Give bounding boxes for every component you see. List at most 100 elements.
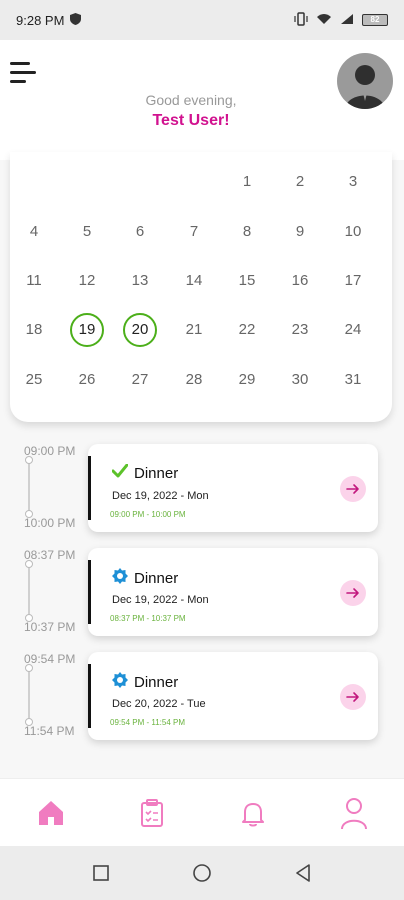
calendar-day[interactable]: 22 xyxy=(230,313,264,347)
calendar-day[interactable]: 18 xyxy=(17,313,51,347)
calendar-day[interactable]: 26 xyxy=(70,363,104,397)
user-name: Test User! xyxy=(152,112,230,129)
event-title: Dinner xyxy=(134,465,179,482)
shield-icon xyxy=(70,12,82,28)
event-row: 09:54 PM 11:54 PM Dinner Dec 20, 2022 - Tue… xyxy=(0,648,404,740)
home-icon xyxy=(39,801,63,825)
status-bar: 9:28 PM 82 xyxy=(0,0,404,40)
calendar-day[interactable]: 30 xyxy=(283,363,317,397)
event-title-row: Dinner xyxy=(112,672,178,693)
back-button[interactable] xyxy=(292,862,314,884)
event-open-button[interactable] xyxy=(340,684,366,710)
event-card[interactable]: Dinner Dec 19, 2022 - Mon 09:00 PM - 10:00… xyxy=(88,444,378,532)
nav-notifications[interactable] xyxy=(233,793,273,833)
event-time-range: 09:00 PM - 10:00 PM xyxy=(110,510,186,519)
event-date: Dec 19, 2022 - Mon xyxy=(112,594,209,606)
calendar-day[interactable]: 16 xyxy=(283,264,317,298)
timeline-dot xyxy=(25,664,33,672)
calendar-day[interactable]: 6 xyxy=(123,215,157,249)
system-nav-bar xyxy=(0,846,404,900)
calendar-day[interactable]: 15 xyxy=(230,264,264,298)
status-time: 9:28 PM xyxy=(16,12,65,28)
event-time-range: 09:54 PM - 11:54 PM xyxy=(110,718,185,727)
event-end-time: 11:54 PM xyxy=(24,724,75,738)
calendar-day[interactable]: 3 xyxy=(336,165,370,199)
event-time-range: 08:37 PM - 10:37 PM xyxy=(110,614,186,623)
square-icon xyxy=(93,865,109,881)
event-title-row: Dinner xyxy=(111,463,179,483)
calendar-day[interactable]: 23 xyxy=(283,313,317,347)
event-card[interactable]: Dinner Dec 20, 2022 - Tue 09:54 PM - 11:54… xyxy=(88,652,378,740)
event-title: Dinner xyxy=(134,674,179,691)
event-end-time: 10:00 PM xyxy=(24,516,76,530)
vibrate-icon xyxy=(294,11,308,29)
timeline-connector xyxy=(28,564,30,620)
nav-home[interactable] xyxy=(31,793,71,833)
arrow-right-icon xyxy=(346,484,359,494)
back-triangle-icon xyxy=(296,864,310,882)
event-start-time: 08:37 PM xyxy=(24,548,76,562)
greeting-text: Good evening, xyxy=(145,92,237,108)
event-title-row: Dinner xyxy=(112,568,178,589)
calendar-day[interactable]: 17 xyxy=(336,264,370,298)
header: Good evening, Test User! xyxy=(0,40,404,160)
calendar-day[interactable]: 12 xyxy=(70,264,104,298)
calendar: 1 2 3 4 5 6 7 8 9 10 11 12 13 14 15 16 17 18 19 20 21 22 23 24 2… xyxy=(10,152,392,422)
event-card[interactable]: Dinner Dec 19, 2022 - Mon 08:37 PM - 10:37… xyxy=(88,548,378,636)
calendar-day[interactable]: 9 xyxy=(283,215,317,249)
menu-icon[interactable] xyxy=(10,62,38,88)
event-start-time: 09:54 PM xyxy=(24,652,76,666)
timeline-dot xyxy=(25,560,33,568)
calendar-day[interactable]: 21 xyxy=(177,313,211,347)
calendar-day[interactable]: 13 xyxy=(123,264,157,298)
calendar-day-selected[interactable]: 19 xyxy=(70,313,104,347)
profile-icon xyxy=(341,798,367,830)
calendar-day[interactable]: 14 xyxy=(177,264,211,298)
calendar-day[interactable]: 25 xyxy=(17,363,51,397)
event-card-accent xyxy=(88,456,91,520)
bottom-nav xyxy=(0,778,404,846)
signal-icon xyxy=(340,13,354,28)
event-row: 09:00 PM 10:00 PM Dinner Dec 19, 2022 - Mon… xyxy=(0,440,404,532)
event-open-button[interactable] xyxy=(340,476,366,502)
calendar-day[interactable]: 4 xyxy=(17,215,51,249)
calendar-day[interactable]: 2 xyxy=(283,165,317,199)
calendar-day[interactable]: 10 xyxy=(336,215,370,249)
calendar-day[interactable]: 24 xyxy=(336,313,370,347)
event-date: Dec 19, 2022 - Mon xyxy=(112,490,209,502)
nav-profile[interactable] xyxy=(334,793,374,833)
recents-button[interactable] xyxy=(90,862,112,884)
event-title: Dinner xyxy=(134,570,179,587)
event-date: Dec 20, 2022 - Tue xyxy=(112,698,206,710)
timeline-dot xyxy=(25,456,33,464)
timeline-connector xyxy=(28,460,30,516)
calendar-day[interactable]: 1 xyxy=(230,165,264,199)
calendar-day[interactable]: 29 xyxy=(230,363,264,397)
nav-tasks[interactable] xyxy=(132,793,172,833)
calendar-day[interactable]: 27 xyxy=(123,363,157,397)
arrow-right-icon xyxy=(346,692,359,702)
timeline-connector xyxy=(28,668,30,724)
arrow-right-icon xyxy=(346,588,359,598)
event-open-button[interactable] xyxy=(340,580,366,606)
calendar-day[interactable]: 31 xyxy=(336,363,370,397)
clipboard-icon xyxy=(141,799,163,827)
circle-icon xyxy=(193,864,211,882)
pending-badge-icon xyxy=(112,568,128,589)
wifi-icon xyxy=(316,13,332,28)
calendar-day[interactable]: 28 xyxy=(177,363,211,397)
event-card-accent xyxy=(88,664,91,728)
check-icon xyxy=(111,463,129,483)
battery-icon: 82 xyxy=(362,14,388,26)
bell-icon xyxy=(242,803,264,827)
calendar-day[interactable]: 8 xyxy=(230,215,264,249)
event-end-time: 10:37 PM xyxy=(24,620,76,634)
calendar-day[interactable]: 7 xyxy=(177,215,211,249)
home-system-button[interactable] xyxy=(191,862,213,884)
event-row: 08:37 PM 10:37 PM Dinner Dec 19, 2022 - Mon… xyxy=(0,544,404,636)
event-card-accent xyxy=(88,560,91,624)
calendar-day[interactable]: 5 xyxy=(70,215,104,249)
calendar-day[interactable]: 11 xyxy=(17,264,51,298)
pending-badge-icon xyxy=(112,672,128,693)
calendar-day-selected[interactable]: 20 xyxy=(123,313,157,347)
